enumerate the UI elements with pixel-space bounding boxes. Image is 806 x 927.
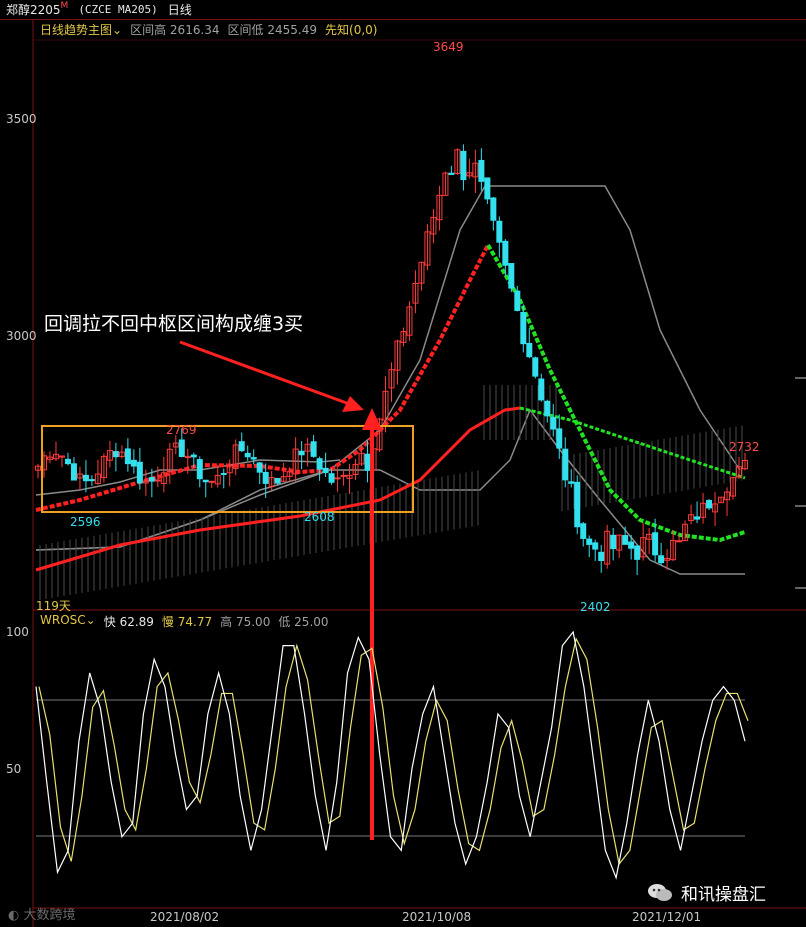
candle-body [550, 416, 557, 430]
candle-body [238, 441, 245, 452]
candle-body [130, 459, 137, 467]
low-value: 低 25.00 [278, 615, 329, 629]
candle-body [538, 378, 545, 401]
candle-body [586, 538, 593, 545]
candle-body [496, 220, 503, 243]
candle-body [334, 477, 341, 480]
candle-body [610, 534, 617, 550]
candle-body [322, 467, 329, 473]
candle-body [706, 499, 713, 509]
days-label: 119天 [36, 599, 71, 613]
candle-body [88, 479, 95, 482]
watermark-left: ◐ 大数跨境 [8, 908, 76, 923]
candle-body [220, 472, 227, 475]
candle-body [340, 474, 347, 477]
right-high-label: 2732 [729, 440, 760, 454]
candle-body [490, 197, 497, 221]
price-chart[interactable] [0, 0, 806, 927]
wechat-icon [647, 883, 673, 903]
box-low-label: 2596 [70, 515, 101, 529]
candle-body [64, 458, 71, 465]
candle-body [514, 290, 521, 311]
final-low-label: 2402 [580, 600, 611, 614]
candle-body [208, 480, 215, 483]
watermark-right: 和讯操盘汇 [647, 880, 766, 905]
candle-body [274, 477, 281, 484]
annotation-text: 回调拉不回中枢区间构成缠3买 [44, 313, 304, 335]
candle-body [82, 474, 89, 482]
osc-slow-line [38, 637, 749, 866]
candle-body [622, 535, 629, 545]
candle-body [328, 473, 335, 483]
peak-high-label: 3649 [433, 40, 464, 54]
chevron-down-icon: ⌄ [85, 613, 96, 627]
candle-body [112, 451, 119, 458]
fast-value: 快 62.89 [103, 615, 154, 629]
candle-body [124, 448, 131, 465]
candle-body [508, 263, 515, 289]
candle-body [502, 240, 509, 266]
candle-body [520, 311, 527, 345]
candle-body [262, 471, 269, 484]
candle-body [244, 452, 251, 458]
candle-body [70, 463, 77, 481]
candle-body [598, 551, 605, 562]
candle-body [310, 441, 317, 457]
candle-body [364, 453, 371, 471]
candle-body [580, 523, 587, 539]
candle-body [256, 462, 263, 473]
box-high-label: 2769 [166, 423, 197, 437]
x-date-1: 2021/08/02 [150, 910, 220, 924]
watermark-logo-icon: ◐ [8, 908, 20, 923]
candle-body [592, 542, 599, 550]
candle-body [694, 516, 701, 520]
candle-body [148, 477, 155, 482]
y-tick-3000: 3000 [6, 329, 37, 343]
candle-body [526, 342, 533, 358]
candle-body [190, 454, 197, 458]
candle-body [196, 459, 203, 480]
oscillator-selector[interactable]: WROSC⌄ [40, 613, 96, 630]
annotation-arrow-line [179, 340, 353, 407]
candle-body [136, 461, 143, 484]
candle-body [154, 479, 161, 482]
osc-fast-line [35, 630, 746, 880]
box-low2-label: 2608 [304, 510, 335, 524]
candle-body [652, 532, 659, 556]
candle-body [448, 172, 455, 175]
x-date-3: 2021/12/01 [632, 910, 702, 924]
candle-body [634, 545, 641, 560]
candle-body [532, 357, 539, 377]
candle-body [460, 150, 467, 181]
candle-body [298, 450, 305, 456]
candle-body [562, 448, 569, 481]
candle-body [658, 555, 665, 564]
candle-body [676, 540, 683, 543]
candle-body [484, 177, 491, 200]
candle-body [556, 428, 563, 449]
slow-value: 慢 74.77 [161, 615, 213, 629]
y-tick-3500: 3500 [6, 112, 37, 126]
candle-body [178, 439, 185, 457]
candle-body [628, 541, 635, 549]
short-trend-down [486, 243, 746, 543]
candle-body [568, 481, 575, 484]
high-value: 高 75.00 [220, 615, 271, 629]
candle-body [250, 457, 257, 460]
candle-body [202, 479, 209, 483]
candle-body [544, 400, 551, 417]
candle-body [574, 481, 581, 528]
oscillator-header: WROSC⌄ 快 62.89 慢 74.77 高 75.00 低 25.00 [40, 613, 329, 630]
osc-tick-100: 100 [6, 625, 29, 639]
x-date-2: 2021/10/08 [402, 910, 472, 924]
candle-body [316, 458, 323, 470]
candle-body [478, 159, 485, 182]
osc-tick-50: 50 [6, 762, 22, 776]
